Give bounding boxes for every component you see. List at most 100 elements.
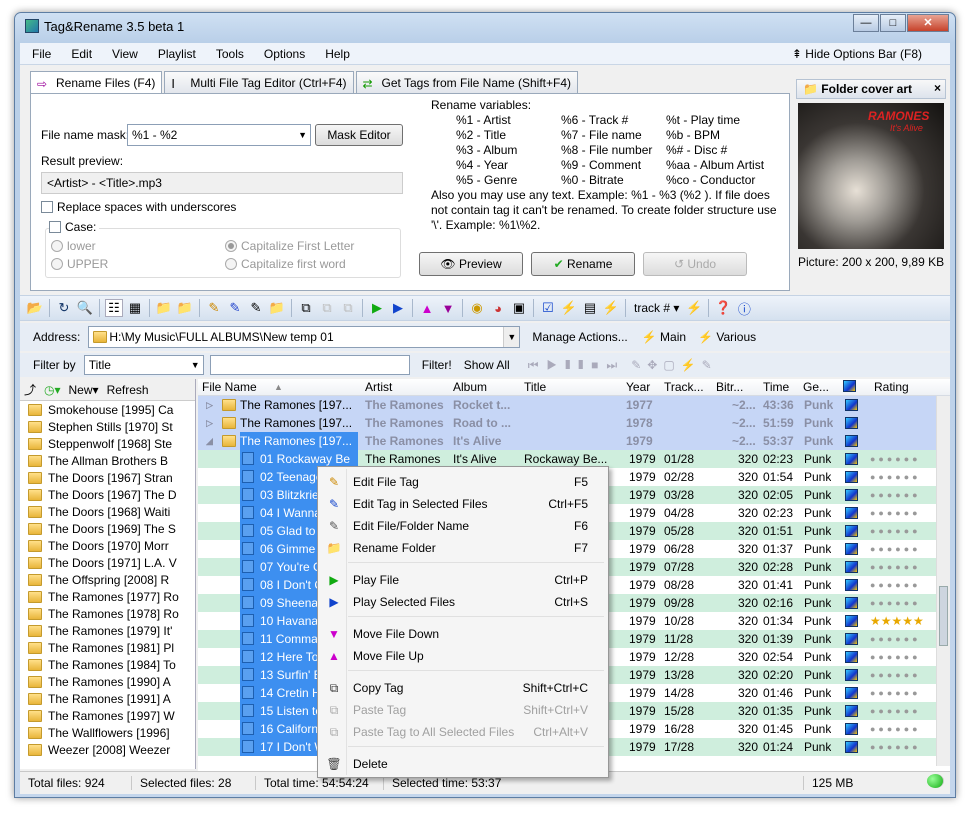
menu-playlist[interactable]: Playlist bbox=[158, 47, 196, 61]
refresh-button[interactable]: Refresh bbox=[107, 383, 149, 397]
menu-view[interactable]: View bbox=[112, 47, 138, 61]
show-all-button[interactable]: Show All bbox=[464, 358, 510, 372]
menu-item-edit-tag-in-selected-files[interactable]: ✎ Edit Tag in Selected Files Ctrl+F5 bbox=[320, 494, 606, 514]
history-icon[interactable]: ◷▾ bbox=[44, 383, 61, 397]
folder-item[interactable]: The Doors [1971] L.A. V bbox=[20, 554, 195, 571]
folder-item[interactable]: Smokehouse [1995] Ca bbox=[20, 401, 195, 418]
rating-stars[interactable]: ●●●●●● bbox=[870, 472, 921, 482]
menu-edit[interactable]: Edit bbox=[71, 47, 92, 61]
folder-item[interactable]: The Ramones [1991] A bbox=[20, 690, 195, 707]
rating-stars[interactable]: ●●●●●● bbox=[870, 598, 921, 608]
menu-item-delete[interactable]: 🗑 Delete bbox=[320, 754, 606, 774]
preview-button[interactable]: 👁 Preview bbox=[419, 252, 523, 276]
address-input[interactable]: H:\My Music\FULL ALBUMS\New temp 01 ▼ bbox=[88, 326, 521, 348]
menu-item-move-file-up[interactable]: ▲ Move File Up bbox=[320, 646, 606, 666]
info-icon[interactable]: ⓘ bbox=[735, 299, 753, 317]
folder-item[interactable]: Weezer [2008] Weezer bbox=[20, 741, 195, 758]
col-year[interactable]: Year bbox=[626, 380, 650, 394]
scrollbar-thumb[interactable] bbox=[939, 586, 948, 646]
folder-item[interactable]: The Offspring [2008] R bbox=[20, 571, 195, 588]
menu-options[interactable]: Options bbox=[264, 47, 305, 61]
col-time[interactable]: Time bbox=[763, 380, 789, 394]
rename-folder-icon[interactable]: 📁 bbox=[268, 299, 286, 317]
search-icon[interactable]: 🔍 bbox=[76, 299, 94, 317]
case-checkbox[interactable]: Case: bbox=[49, 220, 100, 234]
rating-stars[interactable]: ●●●●●● bbox=[870, 688, 921, 698]
folder-item[interactable]: Stephen Stills [1970] St bbox=[20, 418, 195, 435]
menu-item-paste-tag-to-all-selected-files[interactable]: ⧉ Paste Tag to All Selected Files Ctrl+Alt… bbox=[320, 722, 606, 742]
rating-stars[interactable]: ●●●●●● bbox=[870, 742, 921, 752]
undo-button[interactable]: ↺ Undo bbox=[643, 252, 747, 276]
folder-item[interactable]: The Doors [1967] The D bbox=[20, 486, 195, 503]
copy-icon[interactable]: ⧉ bbox=[297, 299, 315, 317]
minimize-button[interactable]: — bbox=[853, 14, 879, 32]
case-upper-radio[interactable]: UPPER bbox=[51, 257, 108, 271]
windows-icon[interactable]: ▤ bbox=[581, 299, 599, 317]
folder-item[interactable]: The Doors [1970] Morr bbox=[20, 537, 195, 554]
rating-stars[interactable]: ●●●●●● bbox=[870, 652, 921, 662]
col-rating[interactable]: Rating bbox=[874, 380, 909, 394]
tree-view-icon[interactable]: ☷ bbox=[105, 299, 123, 317]
maximize-button[interactable]: □ bbox=[880, 14, 906, 32]
number-icon[interactable]: ⚡ bbox=[685, 299, 703, 317]
folder-icon[interactable]: 📁 bbox=[176, 299, 194, 317]
menu-help[interactable]: Help bbox=[325, 47, 350, 61]
col-genre[interactable]: Ge... bbox=[803, 380, 829, 394]
menu-item-edit-file-tag[interactable]: ✎ Edit File Tag F5 bbox=[320, 472, 606, 492]
radio-circle[interactable] bbox=[51, 240, 63, 252]
tab-rename-files[interactable]: ⇨ Rename Files (F4) bbox=[30, 71, 163, 94]
arrow-down-icon[interactable]: ▼ bbox=[439, 299, 457, 317]
main-actions-button[interactable]: ⚡ Main bbox=[642, 330, 686, 344]
checkbox-box[interactable] bbox=[49, 221, 61, 233]
rename-file-icon[interactable]: ✎ bbox=[247, 299, 265, 317]
rename-button[interactable]: ✔ Rename bbox=[531, 252, 635, 276]
rating-stars[interactable]: ●●●●●● bbox=[870, 562, 921, 572]
rating-stars[interactable]: ●●●●●● bbox=[870, 670, 921, 680]
player-controls-icon[interactable]: ⏮▶❚❚■⏭ bbox=[528, 358, 626, 373]
manage-actions-button[interactable]: Manage Actions... bbox=[532, 330, 627, 344]
folder-item[interactable]: The Wallflowers [1996] bbox=[20, 724, 195, 741]
filter-field-select[interactable]: Title ▼ bbox=[83, 355, 204, 375]
folder-item[interactable]: The Ramones [1979] It' bbox=[20, 622, 195, 639]
checkbox-box[interactable] bbox=[41, 201, 53, 213]
paste-icon[interactable]: ⧉ bbox=[318, 299, 336, 317]
arrow-up-icon[interactable]: ▲ bbox=[418, 299, 436, 317]
tab-get-tags[interactable]: ⇄ Get Tags from File Name (Shift+F4) bbox=[355, 71, 579, 93]
folder-item[interactable]: The Ramones [1981] Pl bbox=[20, 639, 195, 656]
rating-stars[interactable]: ●●●●●● bbox=[870, 544, 921, 554]
col-bitrate[interactable]: Bitr... bbox=[716, 380, 743, 394]
rating-stars[interactable]: ●●●●●● bbox=[870, 580, 921, 590]
pie-icon[interactable]: ◕ bbox=[489, 299, 507, 317]
grid-view-icon[interactable]: ▦ bbox=[126, 299, 144, 317]
title-bar[interactable]: Tag&Rename 3.5 beta 1 — □ ✕ bbox=[15, 13, 955, 41]
col-file-name[interactable]: File Name bbox=[202, 380, 257, 394]
folder-item[interactable]: The Doors [1967] Stran bbox=[20, 469, 195, 486]
folder-item[interactable]: The Allman Brothers B bbox=[20, 452, 195, 469]
menu-item-paste-tag[interactable]: ⧉ Paste Tag Shift+Ctrl+V bbox=[320, 700, 606, 720]
menu-item-move-file-down[interactable]: ▼ Move File Down bbox=[320, 624, 606, 644]
filter-text-input[interactable] bbox=[209, 355, 410, 375]
radio-circle[interactable] bbox=[225, 258, 237, 270]
rating-stars[interactable]: ★★★★★ bbox=[870, 614, 924, 628]
help-icon[interactable]: ❓ bbox=[714, 299, 732, 317]
edit-selected-icon[interactable]: ✎ bbox=[226, 299, 244, 317]
open-folder-icon[interactable]: 📂 bbox=[26, 299, 44, 317]
chevron-down-icon[interactable]: ▼ bbox=[503, 327, 520, 347]
folder-item[interactable]: The Ramones [1990] A bbox=[20, 673, 195, 690]
hide-options-bar-button[interactable]: ⇞ Hide Options Bar (F8) bbox=[792, 47, 942, 61]
col-track[interactable]: Track... bbox=[664, 380, 704, 394]
col-title[interactable]: Title bbox=[524, 380, 546, 394]
folder-item[interactable]: The Ramones [1997] W bbox=[20, 707, 195, 724]
rating-stars[interactable]: ●●●●●● bbox=[870, 508, 921, 518]
tag-column-icon[interactable] bbox=[843, 380, 856, 392]
menu-file[interactable]: File bbox=[32, 47, 51, 61]
folder-item[interactable]: The Doors [1968] Waiti bbox=[20, 503, 195, 520]
play-icon[interactable]: ▶ bbox=[368, 299, 386, 317]
menu-item-edit-file-folder-name[interactable]: ✎ Edit File/Folder Name F6 bbox=[320, 516, 606, 536]
menu-item-play-selected-files[interactable]: ▶ Play Selected Files Ctrl+S bbox=[320, 592, 606, 612]
rating-stars[interactable]: ●●●●●● bbox=[870, 706, 921, 716]
up-folder-icon[interactable]: ⤴ bbox=[24, 381, 36, 398]
menu-item-play-file[interactable]: ▶ Play File Ctrl+P bbox=[320, 570, 606, 590]
replace-spaces-checkbox[interactable]: Replace spaces with underscores bbox=[41, 200, 236, 214]
folder-open-icon[interactable]: 📁 bbox=[155, 299, 173, 317]
